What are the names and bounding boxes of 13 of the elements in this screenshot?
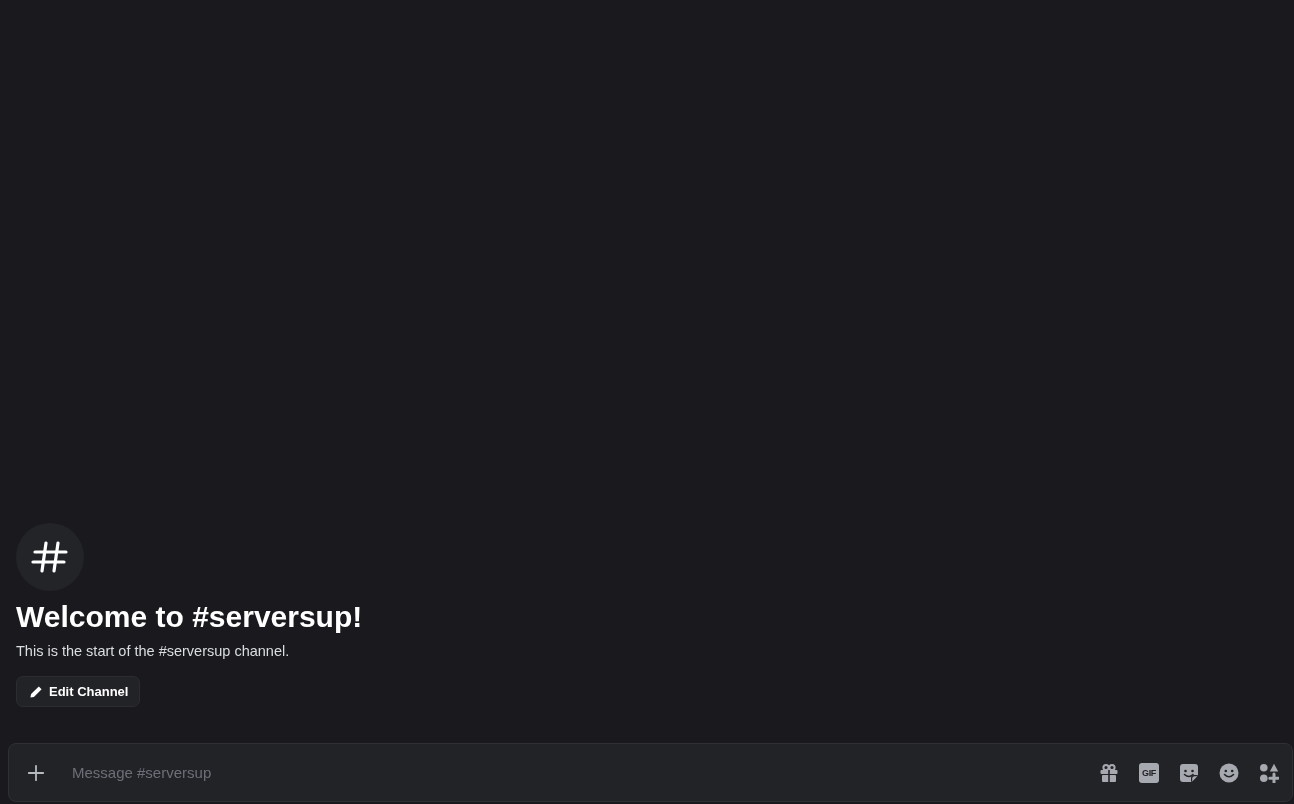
message-composer[interactable]: Message #serversup GIF: [8, 743, 1293, 802]
pencil-icon: [29, 684, 43, 699]
gif-button[interactable]: GIF: [1139, 762, 1159, 783]
sticker-icon[interactable]: [1179, 762, 1199, 783]
smiley-icon[interactable]: [1219, 762, 1239, 783]
plus-icon: [27, 763, 45, 782]
message-input[interactable]: Message #serversup: [72, 760, 1099, 785]
gift-icon[interactable]: [1099, 762, 1119, 783]
welcome-title: Welcome to #serversup!: [16, 599, 363, 635]
welcome-subtitle: This is the start of the #serversup channel.: [16, 642, 290, 661]
edit-channel-button[interactable]: Edit Channel: [16, 676, 141, 707]
hash-icon: [16, 523, 84, 591]
shapes-icon[interactable]: [1259, 762, 1279, 783]
